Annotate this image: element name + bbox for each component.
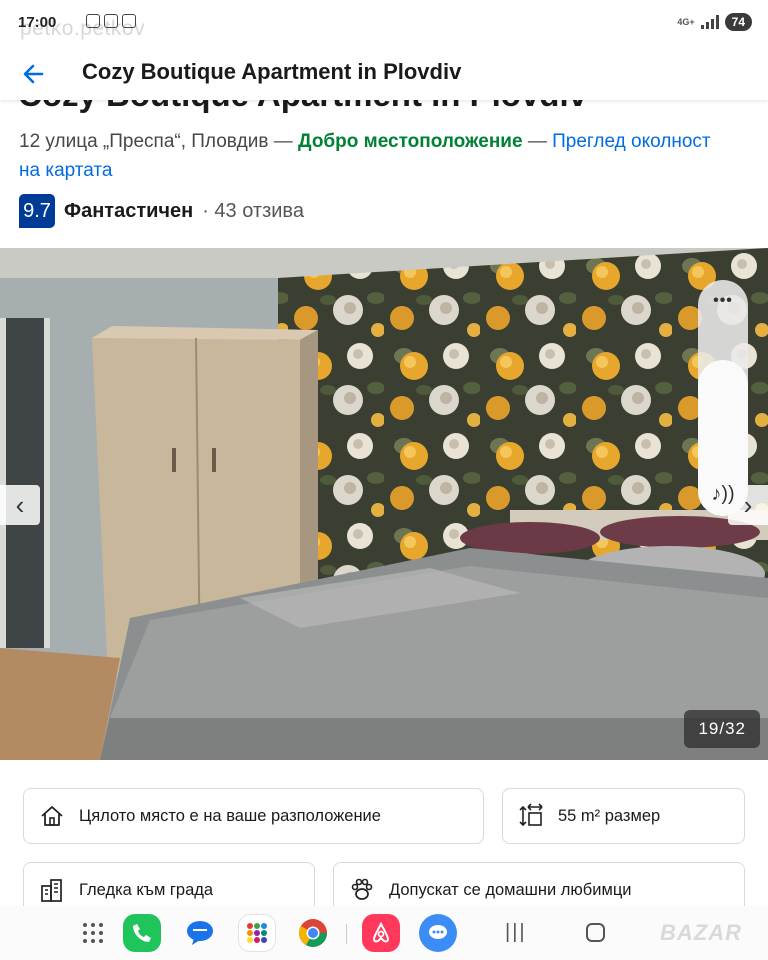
phone-app-icon[interactable] (123, 914, 161, 952)
bedroom-photo (0, 248, 768, 760)
chrome-app-icon[interactable] (294, 914, 332, 952)
chat-app-icon[interactable] (419, 914, 457, 952)
network-label: 4G+ (677, 17, 695, 27)
review-count[interactable]: · 43 отзива (202, 200, 304, 223)
amenity-card-size: 55 m² размер (502, 788, 745, 844)
airbnb-app-icon[interactable] (362, 914, 400, 952)
address-block: 12 улица „Преспа“, Пловдив — Добро место… (19, 127, 719, 185)
home-notification-icon (122, 14, 136, 28)
settings-notification-icon (86, 14, 100, 28)
address-separator: — (522, 131, 553, 152)
app-drawer-icon[interactable] (74, 914, 112, 952)
header-title: Cozy Boutique Apartment in Plovdiv (82, 59, 462, 84)
city-icon (41, 879, 62, 902)
amenity-label: Допускат се домашни любимци (389, 880, 632, 899)
amenity-label: 55 m² размер (558, 806, 661, 825)
status-right: 4G+ 74 (677, 13, 752, 31)
address-text: 12 улица „Преспа“, Пловдив — (19, 131, 299, 152)
app-header: Cozy Boutique Apartment in Plovdiv (0, 48, 768, 100)
status-time: 17:00 (18, 14, 57, 31)
location-rating: Добро местоположение (298, 131, 523, 152)
taskbar-separator (346, 924, 347, 944)
gallery-app-icon[interactable] (238, 914, 276, 952)
watermark-logo: BAZAR (660, 920, 742, 945)
messages-app-icon[interactable] (181, 914, 219, 952)
chrome-icon (299, 919, 327, 947)
recent-apps-button[interactable]: ||| (505, 921, 527, 944)
amenity-card-entire-place: Цялото място е на ваше разположение (23, 788, 484, 844)
amenity-label: Цялото място е на ваше разположение (79, 806, 381, 825)
apps-folder-icon (247, 923, 267, 943)
phone-icon (133, 924, 151, 942)
home-button[interactable] (586, 923, 605, 942)
score-badge: 9.7 (19, 194, 55, 228)
volume-slider[interactable]: ••• ♪)) (698, 280, 748, 516)
arrow-left-icon (23, 64, 44, 84)
rating-row[interactable]: 9.7 Фантастичен · 43 отзива (19, 194, 304, 228)
instagram-notification-icon (104, 14, 118, 28)
amenity-label: Гледка към града (79, 880, 214, 899)
signal-icon (700, 15, 719, 29)
rating-word: Фантастичен (64, 199, 194, 222)
message-bubble-icon (187, 921, 213, 945)
photo-gallery[interactable]: ‹ › 19/32 (0, 248, 768, 760)
house-icon (41, 806, 63, 826)
volume-more-icon[interactable]: ••• (698, 292, 748, 310)
status-bar: petko.petkov 17:00 4G+ 74 (0, 0, 768, 48)
airbnb-icon (372, 921, 390, 943)
grid-icon (83, 923, 103, 943)
back-button[interactable] (18, 58, 50, 90)
resize-icon (519, 803, 543, 827)
notification-icons (86, 14, 136, 28)
gallery-prev-button[interactable]: ‹ (0, 485, 40, 525)
photo-counter: 19/32 (684, 710, 760, 748)
music-note-icon: ♪)) (711, 483, 735, 505)
paw-icon (351, 878, 373, 900)
chat-bubble-icon (429, 925, 447, 939)
battery-icon: 74 (724, 13, 752, 31)
system-taskbar: ||| BAZAR (0, 906, 768, 960)
